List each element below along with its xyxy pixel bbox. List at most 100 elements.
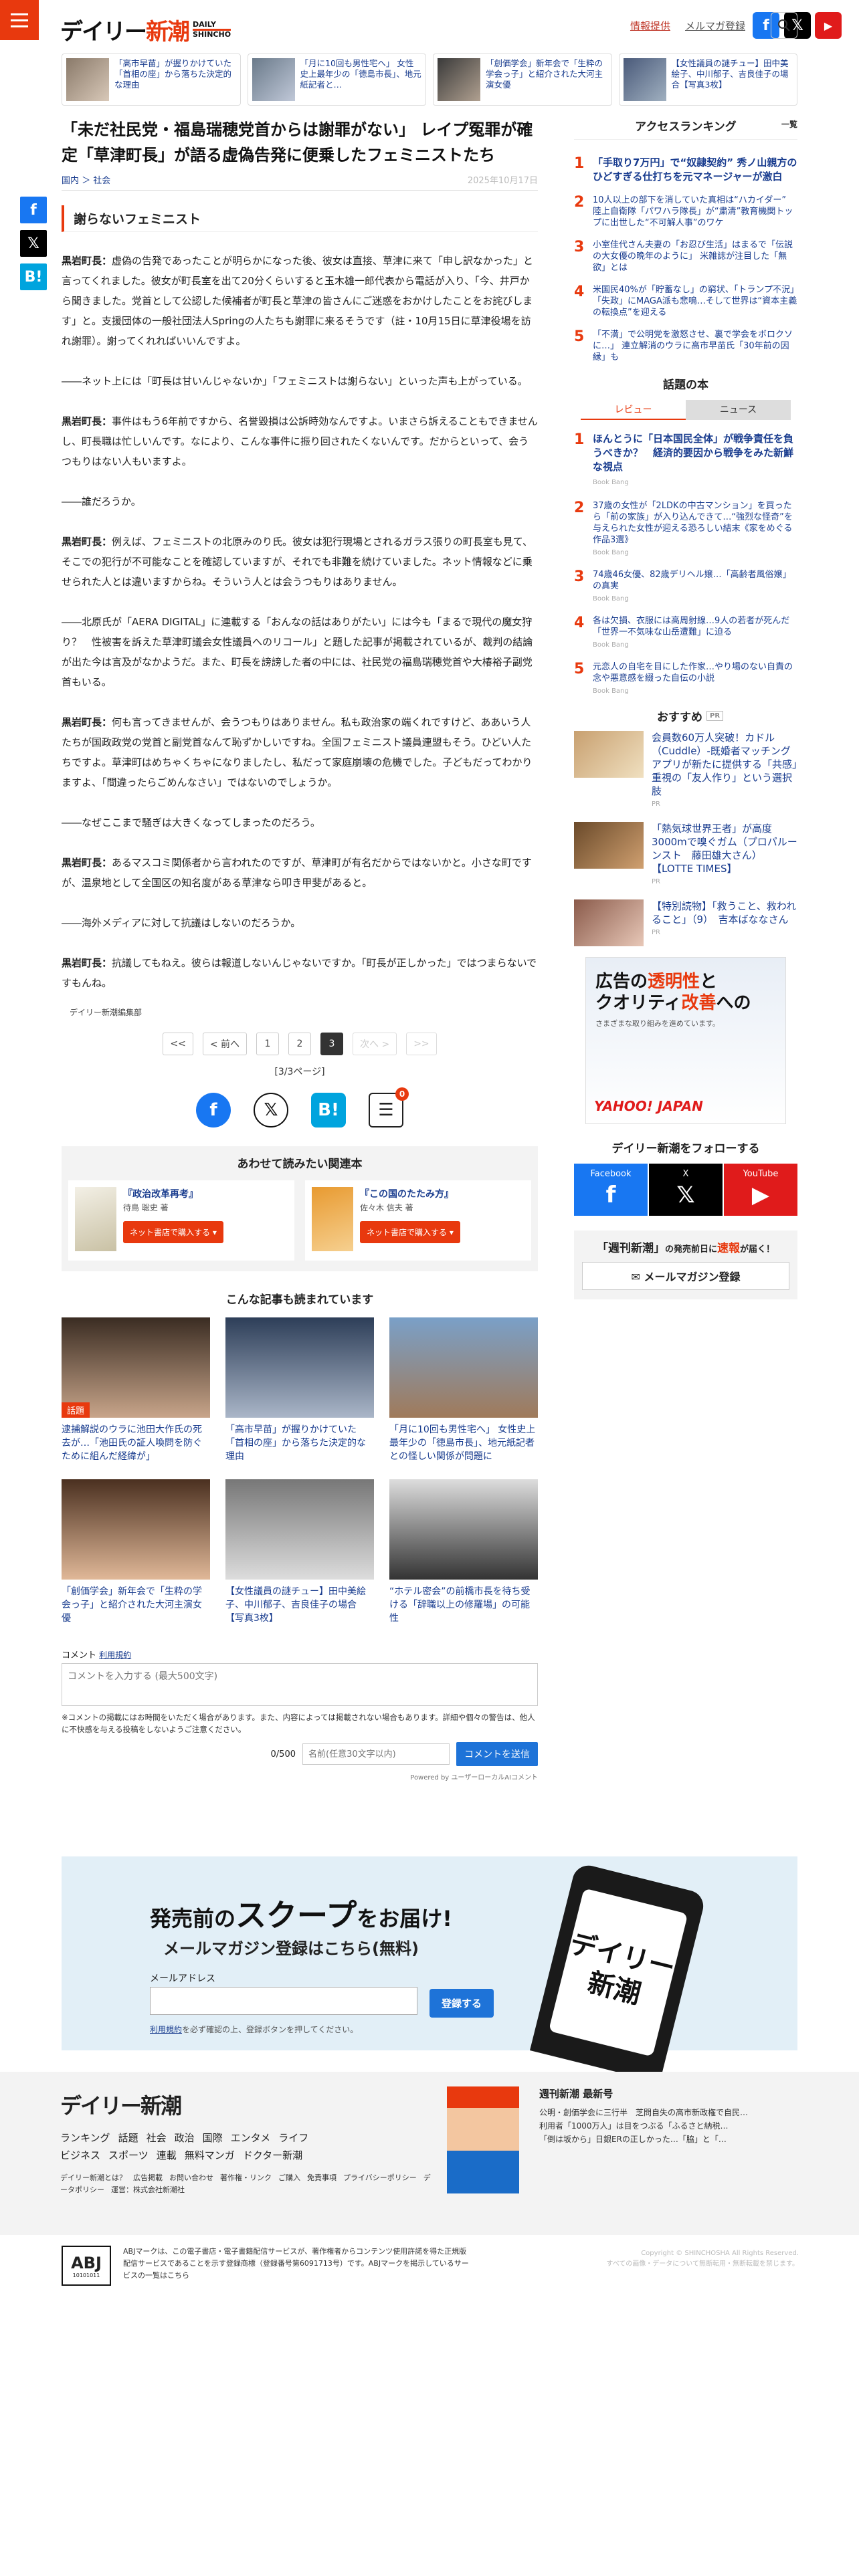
comment-powered-by: Powered by ユーザーローカルAIコメント [410,1774,538,1782]
book-item[interactable]: 5 元恋人の自宅を目にした作家…やり場のない自責の念や悪意感を綴った自伝の小説 Bo… [574,661,797,697]
book-item[interactable]: 1 ほんとうに「日本国民全体」が戦争責任を負うべきか？ 経済的要因から戦争をみた新… [574,432,797,490]
thumbnail [574,731,644,778]
footer-small-link[interactable]: 広告掲載 [133,2173,163,2182]
footer-small-link[interactable]: お問い合わせ [169,2173,213,2182]
footer-link[interactable]: 国際 [203,2132,223,2144]
follow-youtube-button[interactable]: YouTube ▶ [724,1164,797,1216]
comment-send-button[interactable]: コメントを送信 [456,1742,538,1766]
buy-book-button[interactable]: ネット書店で購入する ▾ [360,1221,460,1243]
top-card[interactable]: 「月に10回も男性宅へ」 女性史上最年少の「徳島市長」、地元紙記者と… [247,53,426,106]
book-item[interactable]: 2 37歳の女性が「2LDKの中古マンション」を買ったら「前の家族」が入り込んでき… [574,500,797,558]
book-title: 『政治改革再考』 [123,1189,198,1200]
footer-small-link[interactable]: プライバシーポリシー [343,2173,417,2182]
breadcrumb-domestic[interactable]: 国内 [62,176,79,186]
footer-link[interactable]: ランキング [60,2132,110,2144]
hatena-bookmark-icon[interactable]: B! [20,263,47,290]
footer-link[interactable]: ライフ [278,2132,308,2144]
latest-issue-item[interactable]: 利用者「1000万人」は目をつぶる「ふるさと納税… [539,2119,793,2133]
ranking-title: 「不満」で公明党を激怒させ、裏で学会をボロクソに…」 連立解消のウラに高市早苗氏… [593,330,793,362]
ranking-more-link[interactable]: 一覧 [781,118,797,130]
mailmag-register-button[interactable]: ✉ メールマガジン登録 [582,1262,789,1290]
article-card[interactable]: 【女性議員の謎チュー】田中美絵子、中川郁子、吉良佳子の場合【写真3枚】 [225,1479,374,1625]
mailmag-link[interactable]: メルマガ登録 [685,19,745,33]
comment-icon[interactable]: ☰ 0 [369,1087,409,1128]
menu-button[interactable] [0,0,39,40]
hatena-bookmark-icon[interactable]: B! [311,1093,346,1128]
page-prev-button[interactable]: < 前へ [202,1033,247,1055]
promo-terms-link[interactable]: 利用規約 [150,2025,182,2034]
x-share-icon[interactable]: 𝕏 [20,230,47,257]
abj-text: ABJマークは、この電子書店・電子書籍配信サービスが、著作権者からコンテンツ使用… [123,2247,469,2280]
follow-x-button[interactable]: X𝕏 [649,1164,723,1216]
footer-link[interactable]: エンタメ [231,2132,271,2144]
footer-small-link[interactable]: 運営：株式会社新潮社 [111,2185,185,2194]
latest-issue-item[interactable]: 公明・創価学会に三行半 芝問自失の高市新政権で自民… [539,2106,793,2119]
pagination: << < 前へ 1 2 3 次へ > >> [62,1033,538,1055]
tip-link[interactable]: 情報提供 [630,19,670,33]
breadcrumb-society[interactable]: 社会 [93,176,110,186]
footer-small-link[interactable]: デイリー新潮とは？ [60,2173,126,2182]
tab-news[interactable]: ニュース [686,400,791,420]
footer-link[interactable]: 連載 [157,2149,177,2161]
footer-small-link[interactable]: ご購入 [278,2173,300,2182]
rank-number: 4 [574,615,585,631]
footer-link[interactable]: ビジネス [60,2149,100,2161]
article-card[interactable]: 「創価学会」新年会で「生粋の学会っ子」と紹介された大河主演女優 [62,1479,210,1625]
follow-facebook-button[interactable]: Facebook f [574,1164,648,1216]
footer-small-link[interactable]: 免責事項 [307,2173,337,2182]
article-card[interactable]: 話題 逮捕解説のウラに池田大作氏の死去が…「池田氏の証人喚問を防ぐために組んだ経緯… [62,1317,210,1463]
comment-name-input[interactable] [302,1743,450,1765]
ranking-item[interactable]: 4 米国民40%が「貯蓄なし」の窮状、「トランプ不況」「失政」にMAGA派も悲鳴…… [574,284,797,318]
footer-link[interactable]: ドクター新潮 [243,2149,302,2161]
page-1-button[interactable]: 1 [256,1033,279,1055]
top-card[interactable]: 【女性議員の謎チュー】田中美絵子、中川郁子、吉良佳子の場合【写真3枚】 [618,53,797,106]
book-item-title: 元恋人の自宅を目にした作家…やり場のない自責の念や悪意感を綴った自伝の小説 [593,662,793,683]
recommend-item[interactable]: 「熱気球世界王者」が高度3000mで嗅ぐガム（プロパルーンスト 藤田雄大さん）【… [574,822,797,889]
ranking-item[interactable]: 5 「不満」で公明党を激怒させ、裏で学会をボロクソに…」 連立解消のウラに高市早苗… [574,329,797,363]
book-card[interactable]: 『この国のたたみ方』 佐々木 信夫 著ネット書店で購入する ▾ [305,1180,531,1261]
ranking-item[interactable]: 1 「手取り7万円」で“奴隷契約” 秀ノ山親方のひどすぎる仕打ちを元マネージャーが… [574,156,797,184]
top-card[interactable]: 「高市早苗」が握りかけていた「首相の座」から落ちた決定的な理由 [62,53,241,106]
ad-banner[interactable]: 広告の透明性と クオリティ改善への さまざまな取り組みを進めています。 YAHOO… [585,957,786,1124]
ranking-item[interactable]: 2 10人以上の部下を消していた真相は“ハカイダー” 陸上自衛隊「パワハラ隊長」が… [574,195,797,229]
email-field[interactable] [150,1987,417,2015]
footer-link[interactable]: スポーツ [108,2149,149,2161]
ranking-item[interactable]: 3 小室佳代さん夫妻の「お忍び生活」はまるで「伝説の大女優の晩年のように」 米雑誌… [574,239,797,274]
article-card[interactable]: 「高市早苗」が握りかけていた「首相の座」から落ちた決定的な理由 [225,1317,374,1463]
page-first-button[interactable]: << [163,1033,193,1055]
register-button[interactable]: 登録する [430,1989,494,2018]
youtube-icon[interactable]: ▶ [815,12,842,39]
article-card[interactable]: 「月に10回も男性宅へ」 女性史上最年少の「徳島市長」、地元紙記者との怪しい関係… [389,1317,538,1463]
recommend-source: PR [652,800,660,808]
facebook-share-icon[interactable]: f [196,1093,231,1128]
terms-link[interactable]: 利用規約 [99,1650,131,1660]
comment-input[interactable] [62,1663,538,1706]
footer-link[interactable]: 無料マンガ [185,2149,235,2161]
recommend-item[interactable]: 会員数60万人突破！カドル（Cuddle）-既婚者マッチングアプリが新たに提供す… [574,731,797,811]
site-logo[interactable]: デイリー新潮 DAILY SHINCHO [60,13,231,46]
latest-issue-item[interactable]: 「倒は坂から」日銀ERの正しかった…「脇」と「… [539,2133,793,2146]
article-date: 2025年10月17日 [467,176,538,186]
abj-mark: ABJ [71,2253,102,2272]
search-icon[interactable] [771,12,797,39]
book-item[interactable]: 3 74歳46女優、82歳デリヘル嬢…「高齢者風俗嬢」の真実 Book Bang [574,569,797,605]
facebook-share-icon[interactable]: f [20,197,47,223]
footer-small-link[interactable]: 著作権・リンク [220,2173,272,2182]
footer-link[interactable]: 政治 [175,2132,195,2144]
ranking-title: 米国民40%が「貯蓄なし」の窮状、「トランプ不況」「失政」にMAGA派も悲鳴…そ… [593,285,797,318]
book-card[interactable]: 『政治改革再考』 待鳥 聡史 著ネット書店で購入する ▾ [68,1180,294,1261]
footer-logo[interactable]: デイリー新潮 [60,2089,182,2120]
article-card[interactable]: “ホテル密会”の前橋市長を待ち受ける「辞職以上の修羅場」の可能性 [389,1479,538,1625]
footer-link[interactable]: 話題 [118,2132,138,2144]
recommend-item[interactable]: 【特別読物】「救うこと、救われること」（9） 吉本ばななさん PR [574,899,797,946]
buy-book-button[interactable]: ネット書店で購入する ▾ [123,1221,223,1243]
top-card[interactable]: 「創価学会」新年会で「生粋の学会っ子」と紹介された大河主演女優 [433,53,612,106]
book-item[interactable]: 4 各は欠損、衣服には高周射線…9人の若者が死んだ「世界一不気味な山岳遭難」に迫る… [574,615,797,651]
recommend-title: 【特別読物】「救うこと、救われること」（9） 吉本ばななさん [652,900,797,926]
tab-review[interactable]: レビュー [581,400,686,420]
page-2-button[interactable]: 2 [288,1033,311,1055]
promo-title: スクープ [235,1897,357,1933]
x-share-icon[interactable]: 𝕏 [254,1093,288,1128]
magazine-cover[interactable] [447,2086,519,2193]
footer-link[interactable]: 社会 [147,2132,167,2144]
